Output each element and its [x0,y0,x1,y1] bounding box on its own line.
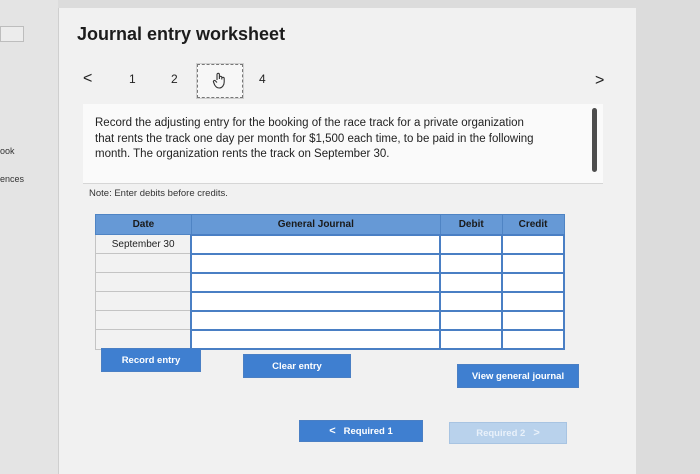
page-3-active[interactable] [197,64,243,98]
table-row [95,271,565,293]
account-input[interactable] [190,309,442,331]
column-header-general-journal: General Journal [190,214,441,235]
credit-input[interactable] [501,233,565,255]
credit-input[interactable] [501,252,565,274]
chevron-left-icon: < [329,425,336,437]
table-row: September 30 [95,233,565,255]
credit-input[interactable] [501,271,565,293]
question-text: Record the adjusting entry for the booki… [95,117,534,160]
column-header-date: Date [95,214,192,235]
debit-input[interactable] [439,328,504,351]
journal-table: Date General Journal Debit Credit Septem… [95,214,565,351]
left-sidebar: ook ences [0,0,58,474]
credit-input[interactable] [501,328,565,351]
page-4[interactable]: 4 [259,72,266,86]
credit-input[interactable] [501,290,565,312]
view-general-journal-button[interactable]: View general journal [457,364,579,388]
table-row [95,290,565,312]
date-cell[interactable] [95,310,192,331]
chevron-right-icon[interactable]: > [595,72,604,90]
sidebar-item-references[interactable]: ences [0,174,24,184]
account-input[interactable] [190,328,442,351]
column-header-credit: Credit [501,214,565,235]
worksheet-pager: < 1 2 4 > [59,64,637,100]
record-entry-button[interactable]: Record entry [101,348,201,372]
date-cell[interactable] [95,253,192,274]
debit-input[interactable] [439,252,504,274]
required-2-label: Required 2 [476,427,526,439]
chevron-left-icon[interactable]: < [83,70,92,88]
table-row [95,309,565,331]
table-row [95,252,565,274]
worksheet-panel: Journal entry worksheet < 1 2 4 > Record… [58,8,636,474]
credit-input[interactable] [501,309,565,331]
debit-input[interactable] [439,271,504,293]
sidebar-tab[interactable] [0,26,24,42]
required-1-label: Required 1 [343,425,393,437]
account-input[interactable] [190,290,442,312]
date-cell[interactable] [95,272,192,293]
date-cell[interactable]: September 30 [95,233,192,255]
required-2-button[interactable]: Required 2 > [449,422,567,444]
scrollbar-thumb[interactable] [592,108,597,172]
date-cell[interactable] [95,291,192,312]
account-input[interactable] [190,233,442,255]
page-title: Journal entry worksheet [77,24,286,44]
debit-input[interactable] [439,290,504,312]
account-input[interactable] [190,271,442,293]
chevron-right-icon: > [533,427,540,439]
table-row [95,328,565,351]
column-header-debit: Debit [439,214,503,235]
note-text: Note: Enter debits before credits. [89,188,228,199]
page-1[interactable]: 1 [129,72,136,86]
debit-input[interactable] [439,309,504,331]
clear-entry-button[interactable]: Clear entry [243,354,351,378]
sidebar-item-ebook[interactable]: ook [0,146,15,156]
account-input[interactable] [190,252,442,274]
debit-input[interactable] [439,233,504,255]
required-1-button[interactable]: < Required 1 [299,420,423,442]
page-2[interactable]: 2 [171,72,178,86]
date-cell[interactable] [95,329,192,350]
hand-pointer-icon [212,72,225,89]
question-box: Record the adjusting entry for the booki… [83,104,603,184]
